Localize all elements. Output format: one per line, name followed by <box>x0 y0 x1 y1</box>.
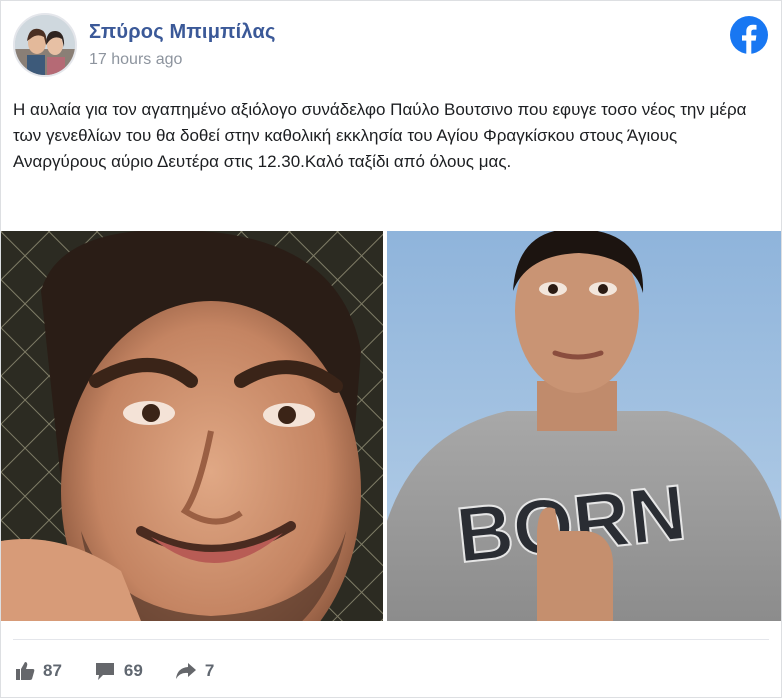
thumbs-up-icon <box>16 662 35 680</box>
facebook-icon[interactable] <box>729 15 769 55</box>
comments-count: 69 <box>123 661 143 680</box>
likes-count-button[interactable]: 87 <box>15 661 62 681</box>
facebook-post-card: Σπύρος Μπιμπίλας 17 hours ago Η αυλαία γ… <box>0 0 782 698</box>
post-timestamp[interactable]: 17 hours ago <box>89 51 182 69</box>
shares-count: 7 <box>204 661 215 680</box>
likes-count: 87 <box>43 661 62 680</box>
photo-grid: BORN <box>1 231 781 621</box>
shares-count-button[interactable]: 7 <box>175 661 214 681</box>
comment-icon <box>95 663 114 680</box>
photo-2[interactable]: BORN <box>387 231 781 621</box>
photo-1[interactable] <box>1 231 383 621</box>
avatar-image <box>15 15 75 75</box>
stats-divider <box>13 639 769 640</box>
share-arrow-icon <box>175 663 196 679</box>
comments-count-button[interactable]: 69 <box>94 661 143 681</box>
post-message: Η αυλαία για τον αγαπημένο αξιόλογο συνά… <box>13 100 747 171</box>
portrait-man-pointing: BORN <box>387 231 781 621</box>
author-name[interactable]: Σπύρος Μπιμπίλας <box>89 21 276 44</box>
post-header: Σπύρος Μπιμπίλας 17 hours ago <box>13 13 769 79</box>
portrait-smiling-bearded-man <box>1 231 383 621</box>
author-avatar[interactable] <box>13 13 77 77</box>
engagement-bar: 87 69 7 <box>15 657 246 685</box>
